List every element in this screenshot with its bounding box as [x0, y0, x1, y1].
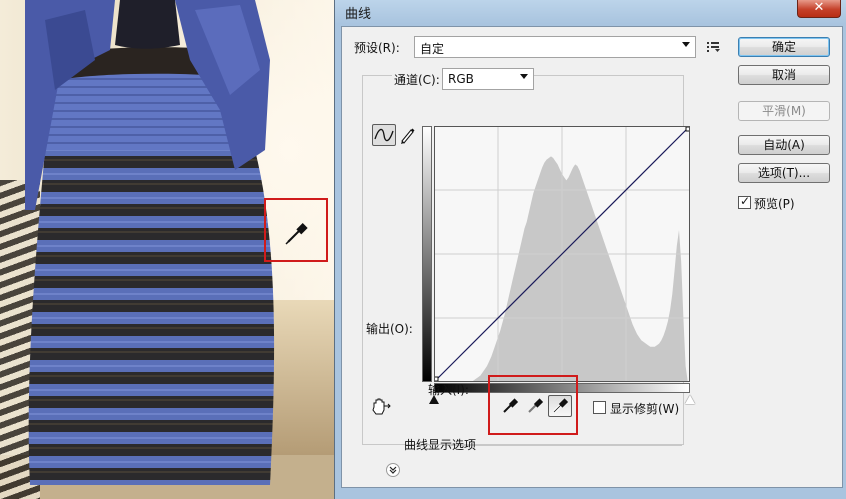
- pencil-tool[interactable]: [399, 124, 417, 146]
- white-point-eyedropper-icon: [552, 398, 569, 414]
- preview-label: 预览(P): [754, 197, 795, 211]
- input-label: 输入(I):: [428, 383, 469, 397]
- channel-select[interactable]: RGB: [442, 68, 534, 90]
- pencil-icon: [401, 128, 415, 144]
- curve-edit-tool[interactable]: [372, 124, 396, 146]
- curves-graph[interactable]: [434, 126, 690, 382]
- output-label: 输出(O):: [366, 322, 413, 336]
- curve-display-options-label: 曲线显示选项: [404, 438, 477, 452]
- channel-label: 通道(C):: [392, 71, 442, 88]
- eyedropper-marker-box: [264, 198, 328, 262]
- close-icon: ✕: [813, 0, 825, 15]
- separator: [442, 445, 682, 446]
- output-gradient-bar: [422, 126, 432, 382]
- dress-image: [25, 0, 275, 485]
- preset-options-icon[interactable]: [706, 40, 722, 54]
- black-point-eyedropper-icon: [503, 398, 519, 413]
- gray-point-eyedropper-icon: [528, 398, 544, 413]
- close-button[interactable]: ✕: [797, 0, 841, 18]
- show-clipping-checkbox[interactable]: [593, 401, 606, 414]
- channel-value: RGB: [448, 72, 474, 86]
- dialog-body: 预设(R): 自定 确定 取消 平滑(M) 自动(A) 选项(T)... ✓ 预…: [341, 26, 843, 488]
- chevron-down-icon: [682, 42, 690, 47]
- reference-photo: [0, 0, 340, 499]
- dialog-title: 曲线: [345, 7, 372, 22]
- chevron-down-icon: [389, 466, 397, 474]
- curve-edit-icon: [374, 128, 394, 142]
- hand-adjust-icon[interactable]: [370, 397, 392, 417]
- smooth-button[interactable]: 平滑(M): [738, 101, 830, 121]
- preset-label: 预设(R):: [354, 41, 400, 55]
- checkmark-icon: ✓: [740, 194, 751, 208]
- preview-checkbox[interactable]: ✓: [738, 194, 751, 209]
- eyedropper-cursor-icon: [285, 223, 308, 245]
- auto-button[interactable]: 自动(A): [738, 135, 830, 155]
- expand-options-button[interactable]: [386, 463, 400, 477]
- title-bar[interactable]: 曲线 ✕: [335, 0, 846, 24]
- options-button[interactable]: 选项(T)...: [738, 163, 830, 183]
- chevron-down-icon: [520, 74, 528, 79]
- show-clipping-label: 显示修剪(W): [610, 402, 680, 416]
- gray-point-eyedropper[interactable]: [523, 395, 547, 417]
- ok-button[interactable]: 确定: [738, 37, 830, 57]
- white-point-slider[interactable]: [685, 395, 695, 404]
- white-point-eyedropper[interactable]: [548, 395, 572, 417]
- preset-value: 自定: [420, 42, 445, 56]
- cancel-button[interactable]: 取消: [738, 65, 830, 85]
- curves-dialog: 曲线 ✕ 预设(R): 自定 确定 取消 平滑(M) 自动(A) 选项(T)..…: [334, 0, 846, 499]
- preset-select[interactable]: 自定: [414, 36, 696, 58]
- black-point-eyedropper[interactable]: [498, 395, 522, 417]
